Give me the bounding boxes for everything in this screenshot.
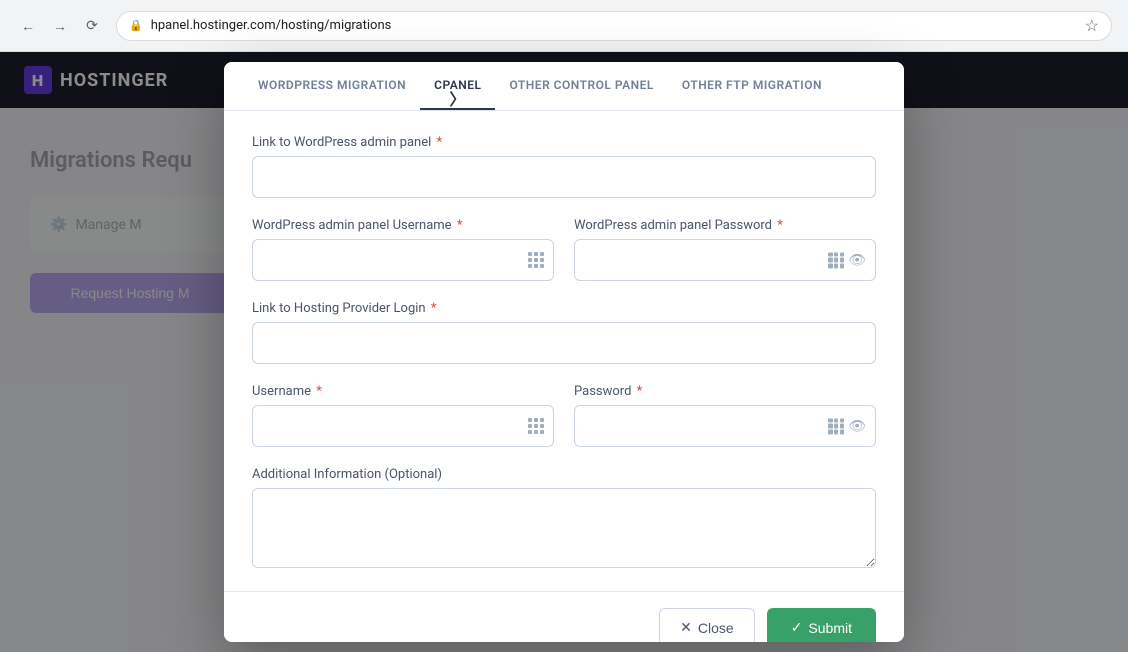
password-toggle[interactable]: 👁 — [848, 418, 866, 435]
address-bar[interactable]: 🔒 hpanel.hostinger.com/hosting/migration… — [116, 11, 1112, 41]
wp-username-group: WordPress admin panel Username * — [252, 218, 554, 281]
wp-admin-link-group: Link to WordPress admin panel * — [252, 135, 876, 198]
password-label: Password * — [574, 384, 876, 399]
username-icon-2 — [528, 418, 544, 434]
hosting-link-wrapper — [252, 322, 876, 364]
wp-admin-link-label: Link to WordPress admin panel * — [252, 135, 876, 150]
wp-password-label: WordPress admin panel Password * — [574, 218, 876, 233]
submit-label: Submit — [808, 620, 852, 636]
required-marker-3: * — [777, 218, 783, 233]
username-input[interactable] — [252, 405, 554, 447]
password-group: Password * 👁 — [574, 384, 876, 447]
username-wrapper — [252, 405, 554, 447]
modal-footer: ✕ Close ✓ Submit — [224, 591, 904, 642]
wp-admin-link-wrapper — [252, 156, 876, 198]
username-label: Username * — [252, 384, 554, 399]
hosting-credentials-row: Username * — [252, 384, 876, 467]
required-marker-6: * — [637, 384, 643, 399]
password-icons-2: 👁 — [828, 418, 866, 435]
wp-username-label: WordPress admin panel Username * — [252, 218, 554, 233]
url-text: hpanel.hostinger.com/hosting/migrations — [151, 18, 392, 33]
close-button[interactable]: ✕ Close — [659, 608, 755, 642]
additional-info-group: Additional Information (Optional) — [252, 467, 876, 572]
forward-button[interactable]: → — [48, 14, 72, 38]
refresh-button[interactable]: ⟳ — [80, 14, 104, 38]
required-marker: * — [437, 135, 443, 150]
wp-password-wrapper: 👁 — [574, 239, 876, 281]
hosting-link-input[interactable] — [252, 322, 876, 364]
tab-cpanel[interactable]: CPANEL 〉 — [420, 62, 495, 110]
back-button[interactable]: ← — [16, 14, 40, 38]
submit-check-icon: ✓ — [791, 619, 803, 636]
password-icons: 👁 — [828, 252, 866, 269]
required-marker-4: * — [431, 301, 437, 316]
grid-icon-2 — [828, 252, 844, 268]
modal-tabs: WORDPRESS MIGRATION CPANEL 〉 OTHER CONTR… — [224, 62, 904, 111]
modal-overlay: WORDPRESS MIGRATION CPANEL 〉 OTHER CONTR… — [0, 52, 1128, 652]
required-marker-2: * — [457, 218, 463, 233]
migration-modal: WORDPRESS MIGRATION CPANEL 〉 OTHER CONTR… — [224, 62, 904, 642]
tab-wordpress-migration[interactable]: WORDPRESS MIGRATION — [244, 62, 420, 110]
browser-nav-group: ← → ⟳ — [16, 14, 104, 38]
hosting-link-label: Link to Hosting Provider Login * — [252, 301, 876, 316]
browser-chrome: ← → ⟳ 🔒 hpanel.hostinger.com/hosting/mig… — [0, 0, 1128, 52]
modal-body: Link to WordPress admin panel * WordPres… — [224, 111, 904, 591]
required-marker-5: * — [316, 384, 322, 399]
wp-admin-link-input[interactable] — [252, 156, 876, 198]
close-x-icon: ✕ — [680, 619, 692, 636]
grid-icon — [528, 252, 544, 268]
password-wrapper: 👁 — [574, 405, 876, 447]
wp-username-wrapper — [252, 239, 554, 281]
wp-username-input[interactable] — [252, 239, 554, 281]
grid-icon-3 — [528, 418, 544, 434]
tab-other-control-panel[interactable]: OTHER CONTROL PANEL — [495, 62, 667, 110]
additional-info-textarea[interactable] — [252, 488, 876, 568]
lock-icon: 🔒 — [129, 19, 143, 32]
credentials-row: WordPress admin panel Username * — [252, 218, 876, 301]
bookmark-icon[interactable]: ☆ — [1085, 16, 1099, 35]
close-label: Close — [698, 620, 734, 636]
submit-button[interactable]: ✓ Submit — [767, 608, 876, 642]
wp-password-group: WordPress admin panel Password * 👁 — [574, 218, 876, 281]
username-icon — [528, 252, 544, 268]
grid-icon-4 — [828, 418, 844, 434]
username-group: Username * — [252, 384, 554, 447]
additional-info-label: Additional Information (Optional) — [252, 467, 876, 482]
wp-password-toggle[interactable]: 👁 — [848, 252, 866, 269]
hosting-link-group: Link to Hosting Provider Login * — [252, 301, 876, 364]
tab-other-ftp-migration[interactable]: OTHER FTP MIGRATION — [668, 62, 836, 110]
